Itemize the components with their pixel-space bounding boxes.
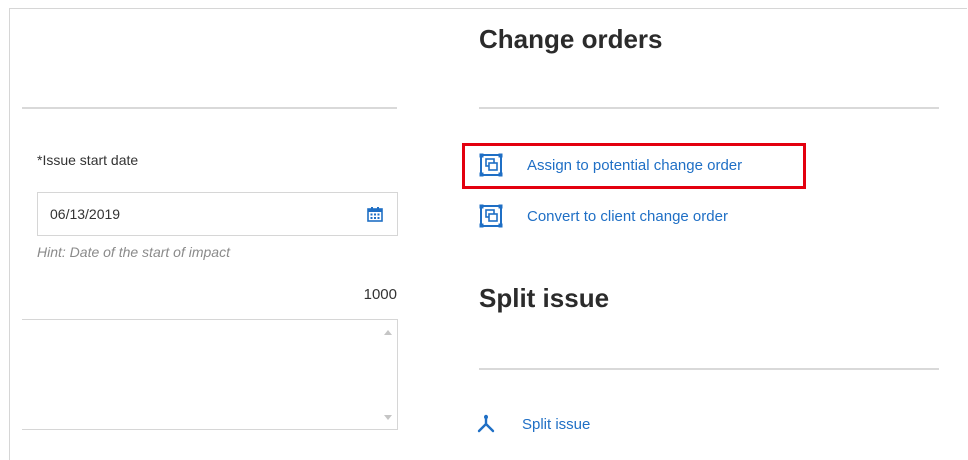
split-issue-label: Split issue: [522, 415, 591, 433]
scroll-down-arrow-icon[interactable]: [384, 415, 392, 420]
description-input[interactable]: [22, 320, 381, 433]
highlight-box: [462, 143, 806, 189]
issue-start-date-input[interactable]: [38, 193, 338, 235]
scroll-up-arrow-icon[interactable]: [384, 330, 392, 335]
calendar-icon[interactable]: [367, 206, 383, 222]
split-issue-title: Split issue: [479, 283, 610, 313]
split-issue-divider: [479, 368, 939, 370]
issue-start-date-field[interactable]: [37, 192, 398, 236]
left-divider: [22, 107, 397, 109]
description-textarea[interactable]: [22, 319, 398, 433]
textarea-scrollbar[interactable]: [379, 320, 397, 429]
split-issue-link[interactable]: Split issue: [476, 414, 590, 434]
character-counter: 1000: [363, 286, 397, 303]
change-order-icon: [479, 204, 503, 228]
convert-to-client-change-order-link[interactable]: Convert to client change order: [479, 204, 728, 228]
change-orders-divider: [479, 107, 939, 109]
split-icon: [476, 414, 496, 434]
issue-start-date-label: *Issue start date: [37, 152, 139, 168]
issue-start-date-hint: Hint: Date of the start of impact: [37, 244, 230, 260]
change-orders-title: Change orders: [479, 24, 663, 54]
convert-to-client-change-order-label: Convert to client change order: [527, 207, 728, 225]
